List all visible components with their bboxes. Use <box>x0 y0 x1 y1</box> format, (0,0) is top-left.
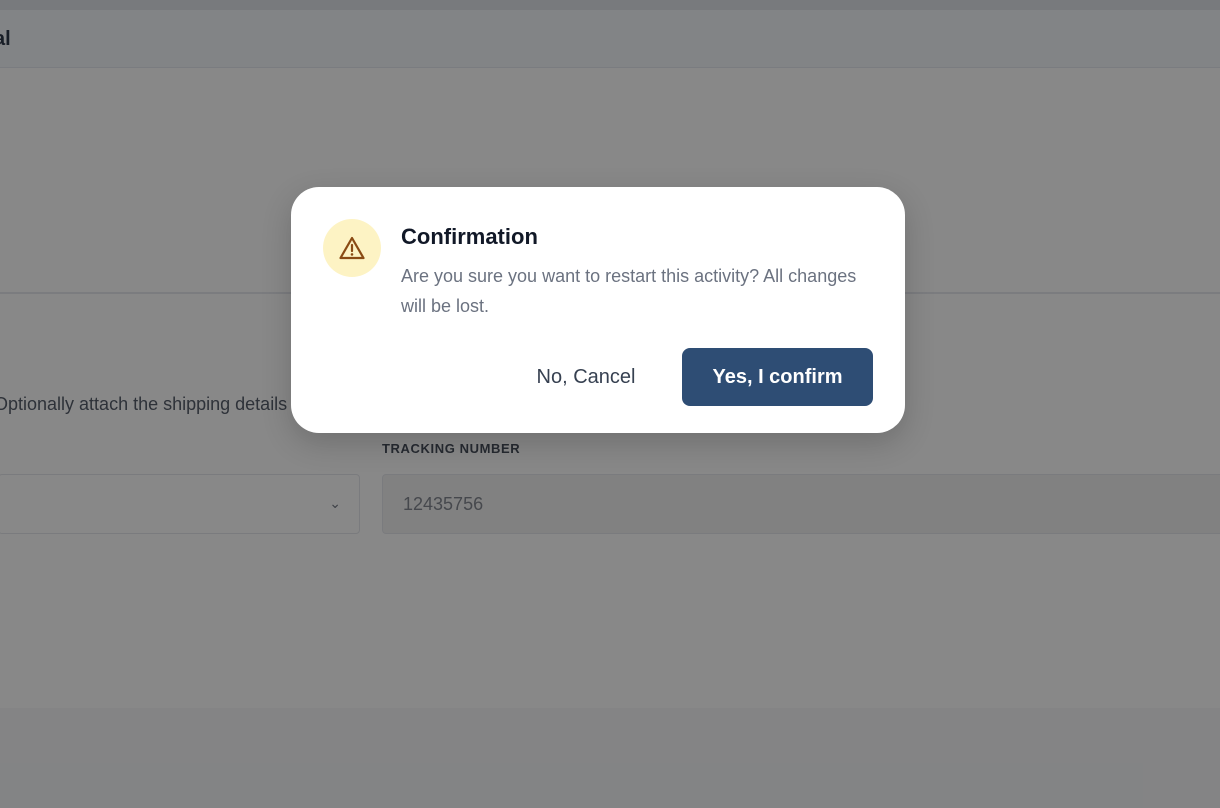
dialog-message: Are you sure you want to restart this ac… <box>401 266 857 316</box>
dialog-title: Confirmation <box>401 224 538 249</box>
warning-triangle-icon <box>339 236 365 260</box>
confirm-button[interactable]: Yes, I confirm <box>682 348 873 406</box>
warning-badge <box>323 219 381 277</box>
confirmation-dialog: Confirmation Are you sure you want to re… <box>291 187 905 433</box>
cancel-button[interactable]: No, Cancel <box>511 348 661 406</box>
